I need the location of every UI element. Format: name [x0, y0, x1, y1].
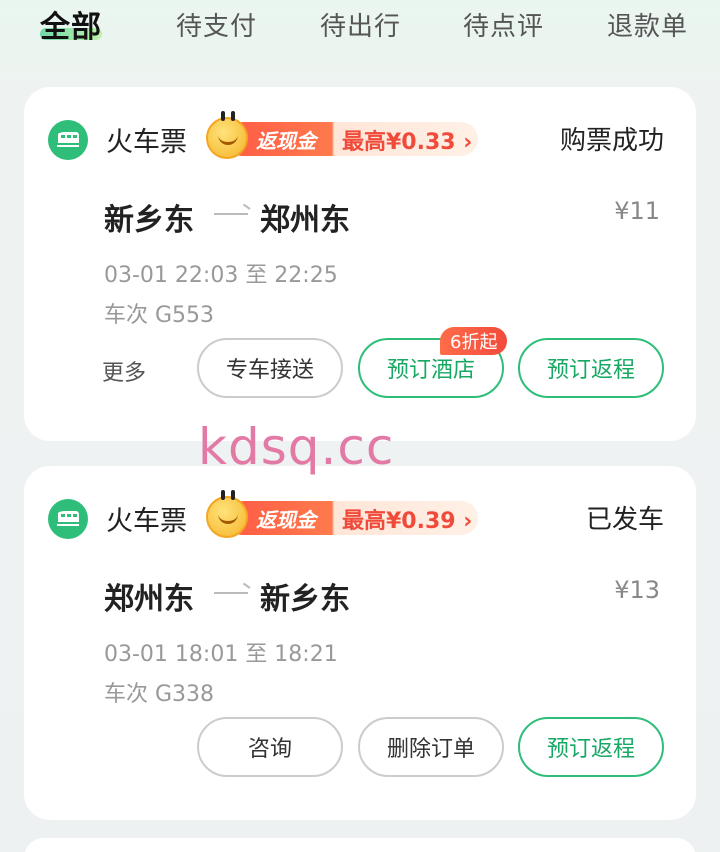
order-price: ¥11: [614, 197, 660, 225]
tab-pending-travel[interactable]: 待出行: [320, 6, 401, 43]
order-card[interactable]: 火车票 返现金 最高¥0.33 › 购票成功 新乡东 郑州东 ¥11 03-01…: [24, 87, 696, 441]
train-icon: [48, 499, 88, 539]
cashback-banner[interactable]: 返现金 最高¥0.39 ›: [206, 490, 478, 538]
tab-pending-review[interactable]: 待点评: [463, 6, 544, 43]
book-return-button[interactable]: 预订返程: [518, 338, 664, 398]
smiley-coin-icon: [206, 111, 248, 159]
ticket-type: 火车票: [106, 127, 187, 158]
smiley-coin-icon: [206, 490, 248, 538]
train-icon: [48, 120, 88, 160]
order-price: ¥13: [614, 576, 660, 604]
cashback-banner[interactable]: 返现金 最高¥0.33 ›: [206, 111, 478, 159]
cashback-label: 返现金: [256, 129, 316, 153]
route-arrow-icon: [214, 592, 248, 594]
tab-all[interactable]: 全部: [40, 2, 102, 46]
chevron-right-icon: ›: [463, 130, 473, 155]
train-number: 车次 G338: [104, 682, 215, 707]
route-arrow-icon: [214, 213, 248, 215]
tab-pending-payment[interactable]: 待支付: [176, 6, 257, 43]
order-card[interactable]: 火车票 返现金 最高¥0.39 › 已发车 郑州东 新乡东 ¥13 03-01 …: [24, 466, 696, 820]
order-status: 购票成功: [559, 126, 664, 156]
cashback-amount: 最高¥0.39 ›: [342, 509, 473, 534]
cashback-amount: 最高¥0.33 ›: [342, 130, 473, 155]
departure-time: 03-01 18:01 至 18:21: [104, 642, 338, 667]
order-tabs: 全部 待支付 待出行 待点评 退款单: [0, 0, 720, 56]
car-transfer-button[interactable]: 专车接送: [197, 338, 343, 398]
departure-station: 新乡东: [104, 203, 194, 238]
departure-time: 03-01 22:03 至 22:25: [104, 263, 338, 288]
ticket-type: 火车票: [106, 506, 187, 537]
order-status: 已发车: [585, 505, 664, 535]
chevron-right-icon: ›: [463, 509, 473, 534]
tab-refunds[interactable]: 退款单: [607, 6, 688, 43]
more-button[interactable]: 更多: [102, 355, 146, 387]
consult-button[interactable]: 咨询: [197, 717, 343, 777]
train-number: 车次 G553: [104, 303, 215, 328]
delete-order-button[interactable]: 删除订单: [358, 717, 504, 777]
departure-station: 郑州东: [104, 582, 194, 617]
cashback-label: 返现金: [256, 508, 316, 532]
arrival-station: 新乡东: [260, 582, 350, 617]
watermark-text: kdsq.cc: [198, 418, 395, 476]
book-return-button[interactable]: 预订返程: [518, 717, 664, 777]
arrival-station: 郑州东: [260, 203, 350, 238]
discount-badge: 6折起: [440, 327, 508, 355]
order-card-partial: [24, 838, 696, 852]
